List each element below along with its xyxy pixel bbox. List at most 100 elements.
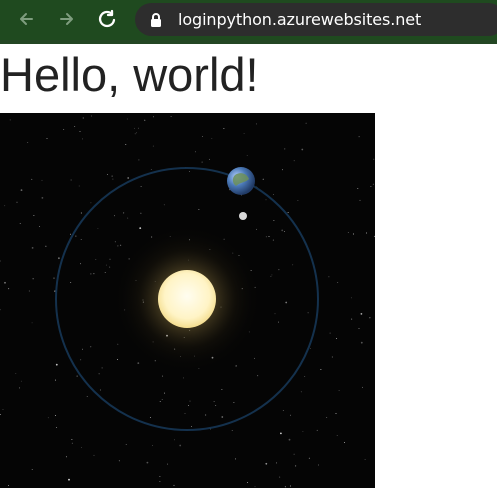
star-icon [8,288,10,290]
star-icon [276,462,277,464]
star-icon [336,435,338,436]
star-icon [215,404,217,406]
star-icon [162,375,164,377]
star-icon [97,227,99,229]
star-icon [149,417,151,419]
star-icon [4,205,6,207]
star-icon [90,273,92,275]
star-icon [164,392,166,394]
star-icon [273,220,275,222]
moon-icon [239,212,247,220]
star-icon [32,278,34,280]
star-icon [146,461,149,464]
star-icon [117,245,119,247]
star-icon [16,201,18,203]
star-icon [208,158,210,160]
star-icon [41,197,44,199]
star-icon [257,375,259,377]
star-icon [93,454,95,456]
star-icon [159,481,161,483]
star-icon [179,444,182,447]
star-icon [86,395,88,397]
reload-button[interactable] [93,5,121,33]
star-icon [337,282,339,283]
star-icon [33,214,35,216]
star-icon [189,400,191,402]
star-icon [351,318,353,320]
star-icon [80,359,82,361]
star-icon [95,259,97,261]
star-icon [272,239,274,241]
star-icon [297,199,299,201]
star-icon [76,375,78,377]
star-icon [101,367,103,369]
star-icon [150,169,152,170]
star-icon [344,442,345,443]
star-icon [53,277,55,279]
forward-button[interactable] [53,5,81,33]
star-icon [223,128,225,130]
star-icon [247,482,249,484]
address-bar[interactable]: loginpython.azurewebsites.net [135,3,497,36]
star-icon [358,328,360,330]
back-button[interactable] [12,5,40,33]
star-icon [46,137,48,139]
star-icon [254,357,255,359]
star-icon [82,138,84,140]
url-text[interactable]: loginpython.azurewebsites.net [178,10,421,29]
star-icon [135,132,137,134]
star-icon [369,317,371,319]
star-icon [109,266,111,268]
star-icon [114,215,115,217]
star-icon [360,341,363,344]
star-icon [213,401,215,402]
star-icon [243,133,245,134]
star-icon [139,227,142,229]
star-icon [137,127,139,129]
star-icon [268,236,270,238]
star-icon [360,313,363,315]
star-icon [127,177,130,179]
star-icon [117,343,119,345]
star-icon [20,380,22,382]
star-icon [202,135,203,137]
star-icon [91,115,92,117]
star-icon [28,290,30,292]
star-icon [75,235,77,237]
star-icon [302,430,304,432]
star-icon [123,212,125,214]
star-icon [68,478,70,481]
star-icon [152,145,154,147]
star-icon [27,141,29,143]
sun-icon [158,270,216,328]
star-icon [81,446,82,448]
star-icon [39,226,41,227]
star-icon [255,123,257,125]
star-icon [174,439,175,441]
star-icon [310,348,311,349]
star-icon [335,413,337,415]
star-icon [331,356,333,358]
star-icon [98,373,100,375]
star-icon [265,462,268,465]
star-icon [221,389,223,391]
star-icon [188,404,190,406]
star-icon [366,232,367,234]
star-icon [304,375,306,377]
star-icon [336,338,338,340]
star-icon [20,189,23,191]
star-icon [152,445,153,447]
star-icon [278,321,279,323]
star-icon [231,429,233,431]
star-icon [140,186,142,188]
star-icon [274,313,276,315]
star-icon [138,159,140,161]
star-icon [328,276,330,278]
star-icon [284,148,286,150]
star-icon [140,212,142,214]
star-icon [31,468,33,470]
star-icon [58,257,60,260]
star-icon [45,245,47,247]
star-icon [300,391,302,393]
star-icon [31,322,33,324]
